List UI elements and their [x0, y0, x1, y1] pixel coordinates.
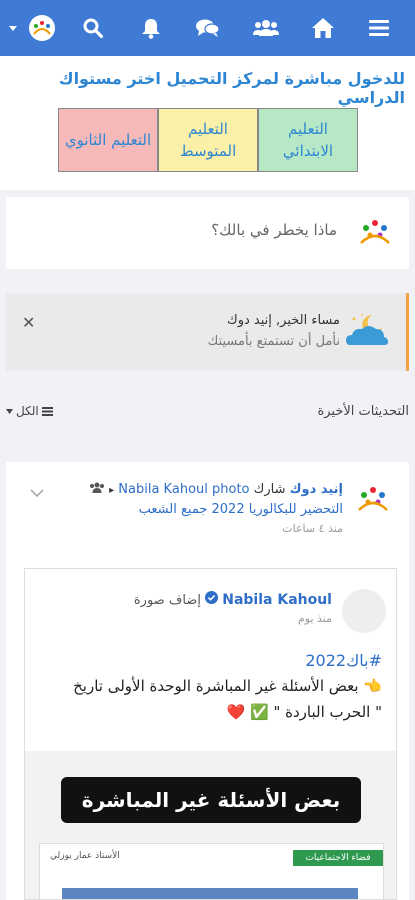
search-icon[interactable] — [79, 14, 107, 42]
profile-avatar[interactable] — [28, 14, 56, 42]
shared-post-header: Nabila Kahoul إضاف صورة منذ يوم — [134, 591, 332, 625]
greeting-title: مساء الخير, إنيد دوك — [227, 313, 340, 328]
promo-title: للدخول مباشرة لمركز التحميل اختر مستواك … — [58, 69, 405, 107]
group-name-link[interactable]: التحضير للبكالوريا 2022 جميع الشعب — [43, 500, 343, 520]
level-middle-button[interactable]: التعليم المتوسط — [158, 108, 258, 172]
feed-post: إنيد دوك شارك Nabila Kahoul photo ▸ التح… — [6, 462, 409, 900]
post-composer[interactable]: ماذا يخطر في بالك؟ — [6, 197, 409, 269]
close-icon[interactable]: ✕ — [22, 313, 35, 332]
site-logo-avatar — [355, 213, 395, 253]
shared-photo-link[interactable]: Nabila Kahoul photo — [118, 482, 249, 497]
composer-placeholder[interactable]: ماذا يخطر في بالك؟ — [211, 221, 337, 239]
caret-down-icon — [6, 408, 13, 414]
sheet-green-label: فضاء الاجتماعيات — [293, 850, 383, 866]
post-image[interactable]: بعض الأسئلة غير المباشرة فضاء الاجتماعيا… — [25, 751, 396, 899]
image-document-preview: فضاء الاجتماعيات الأستاذ عمار يوزلي — [39, 843, 384, 899]
logo-avatar — [29, 15, 55, 41]
shared-post-card[interactable]: Nabila Kahoul إضاف صورة منذ يوم #باك2022… — [24, 568, 397, 900]
caret-right-icon: ▸ — [109, 485, 115, 496]
verified-badge-icon — [201, 591, 219, 608]
shared-action-text: إضاف صورة — [133, 593, 201, 608]
chat-icon[interactable] — [194, 14, 222, 42]
sheet-blue-strip — [62, 888, 358, 899]
bell-icon[interactable] — [137, 14, 165, 42]
caret-down-icon[interactable] — [6, 14, 20, 42]
greeting-subtitle: نأمل أن تستمتع بأمسيتك — [207, 334, 340, 349]
home-icon[interactable] — [309, 14, 337, 42]
list-icon — [41, 406, 53, 416]
post-action-text: شارك — [253, 482, 286, 497]
shared-author-link[interactable]: Nabila Kahoul — [222, 592, 332, 608]
image-banner-text: بعض الأسئلة غير المباشرة — [61, 777, 361, 823]
level-primary-button[interactable]: التعليم الابتدائي — [258, 108, 358, 172]
top-navigation-bar — [0, 0, 415, 56]
shared-post-time: منذ يوم — [297, 612, 332, 625]
poster-avatar[interactable] — [353, 480, 393, 520]
post-time: منذ ٤ ساعات — [282, 522, 343, 536]
post-text-line: 👈 بعض الأسئلة غير المباشرة الوحدة الأولى… — [73, 677, 382, 696]
shared-author-avatar[interactable] — [342, 589, 386, 633]
moon-cloud-icon — [344, 311, 390, 355]
post-author-link[interactable]: إنيد دوك — [290, 482, 343, 497]
filter-label: الكل — [16, 404, 39, 418]
group-visibility-icon — [89, 482, 105, 496]
feed-filter-dropdown[interactable]: الكل — [6, 404, 53, 418]
post-header: إنيد دوك شارك Nabila Kahoul photo ▸ التح… — [43, 480, 343, 537]
greeting-card: مساء الخير, إنيد دوك نأمل أن تستمتع بأمس… — [6, 293, 409, 371]
group-icon[interactable] — [252, 14, 280, 42]
level-secondary-button[interactable]: التعليم الثانوي — [58, 108, 158, 172]
recent-updates-label: التحديثات الأخيرة — [317, 404, 409, 419]
levels-promo-card: للدخول مباشرة لمركز التحميل اختر مستواك … — [0, 56, 415, 190]
chevron-down-icon[interactable] — [30, 482, 44, 501]
hashtag-link[interactable]: #باك2022 — [37, 647, 382, 674]
shared-post-body: #باك2022 👈 بعض الأسئلة غير المباشرة الوح… — [37, 647, 382, 725]
sheet-author-text: الأستاذ عمار يوزلي — [50, 851, 120, 861]
menu-icon[interactable] — [365, 14, 393, 42]
post-text-line: " الحرب الباردة " ✅ ❤️ — [226, 702, 382, 721]
